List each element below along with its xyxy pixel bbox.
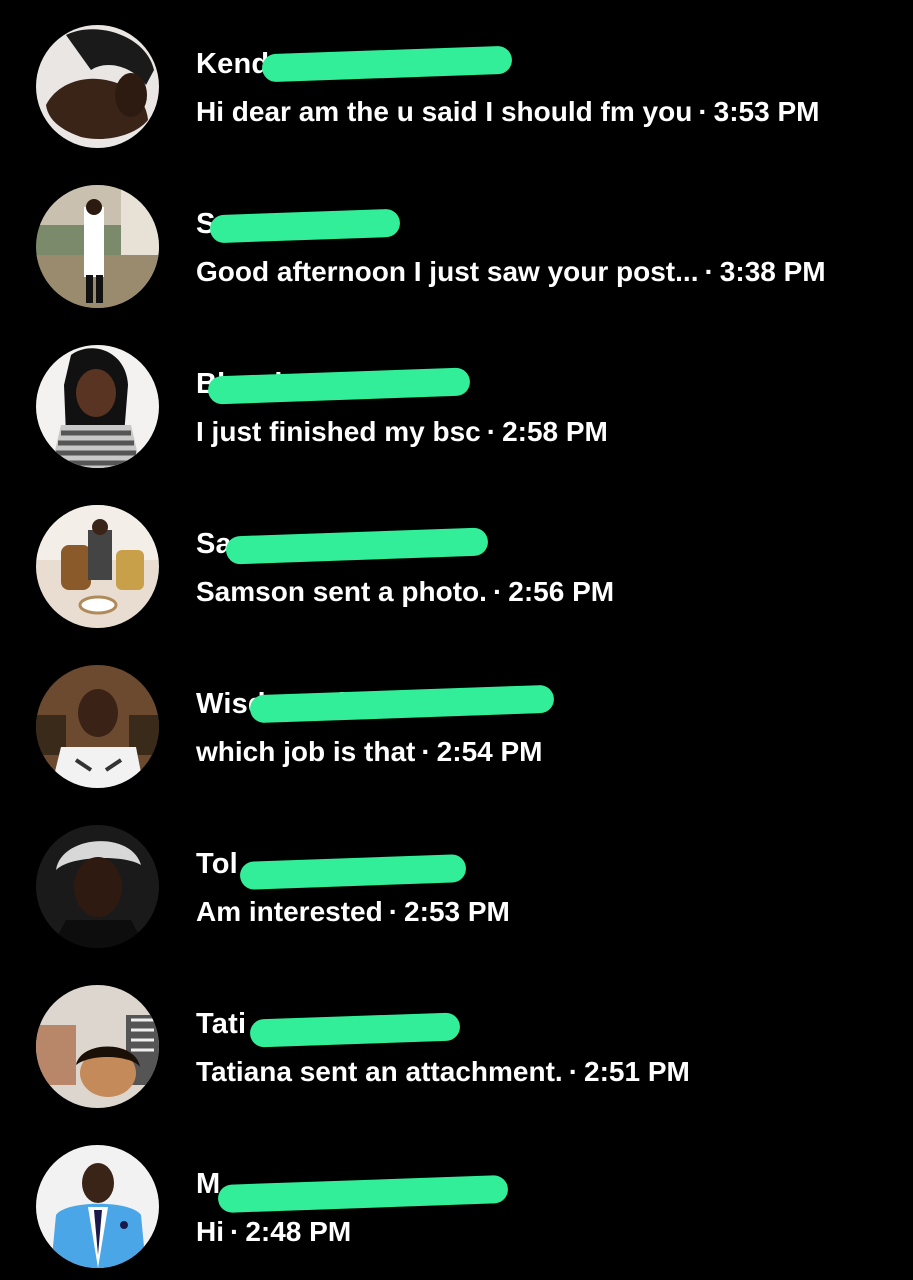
message-text: Hi dear am the u said I should fm you <box>196 96 693 127</box>
message-time: 2:48 PM <box>245 1216 352 1247</box>
avatar[interactable] <box>36 185 159 308</box>
redaction-marker <box>209 208 401 244</box>
message-preview: Good afternoon I just saw your post... · 3… <box>196 252 826 292</box>
avatar-image <box>36 185 159 308</box>
message-preview: I just finished my bsc · 2:58 PM <box>196 412 608 452</box>
conversation-row[interactable]: Tol Am interested · 2:53 PM <box>0 800 913 960</box>
contact-name-wrap: Wisdom Abiodun Allen <box>196 684 616 724</box>
message-time: 2:58 PM <box>502 416 608 447</box>
avatar[interactable] <box>36 985 159 1108</box>
redaction-marker <box>261 45 513 83</box>
separator: · <box>388 896 399 927</box>
avatar[interactable] <box>36 25 159 148</box>
separator: · <box>421 736 431 767</box>
message-text: Good afternoon I just saw your post... <box>196 256 699 287</box>
redaction-marker <box>225 527 489 565</box>
avatar[interactable] <box>36 665 159 788</box>
avatar[interactable] <box>36 505 159 628</box>
contact-name-wrap: Kend <box>196 44 616 84</box>
contact-name-wrap: Sa <box>196 524 616 565</box>
avatar-image <box>36 505 159 628</box>
redaction-marker <box>239 854 467 890</box>
avatar[interactable] <box>36 825 159 948</box>
separator: · <box>568 1056 579 1087</box>
separator: · <box>230 1216 240 1247</box>
message-text: Samson sent a photo. <box>196 576 487 607</box>
avatar-image <box>36 825 159 948</box>
separator: · <box>492 576 503 607</box>
message-text: Hi <box>196 1216 224 1247</box>
conversation-row[interactable]: Tati Tatiana sent an attachment. · 2:51 PM <box>0 960 913 1120</box>
contact-name: M <box>196 1168 221 1200</box>
contact-name-wrap: M <box>196 1164 616 1214</box>
message-time: 2:51 PM <box>584 1056 690 1087</box>
message-preview: Hi · 2:48 PM <box>196 1212 351 1252</box>
message-preview: Hi dear am the u said I should fm you · 3:… <box>196 92 819 132</box>
message-text: Am interested <box>196 896 383 927</box>
separator: · <box>704 256 714 287</box>
message-text: Tatiana sent an attachment. <box>196 1056 563 1087</box>
conversation-row[interactable]: M Hi · 2:48 PM <box>0 1120 913 1280</box>
message-text: I just finished my bsc <box>196 416 481 447</box>
avatar-image <box>36 1145 159 1268</box>
redaction-marker <box>249 1012 461 1048</box>
avatar-image <box>36 345 159 468</box>
message-preview: Tatiana sent an attachment. · 2:51 PM <box>196 1052 690 1092</box>
conversation-row[interactable]: Wisdom Abiodun Allen which job is that·2… <box>0 640 913 800</box>
contact-name: Tol <box>196 848 238 880</box>
contact-name: Tati <box>196 1008 247 1040</box>
message-preview: Samson sent a photo. · 2:56 PM <box>196 572 614 612</box>
message-preview: which job is that · 2:54 PM <box>196 732 543 772</box>
separator: · <box>486 416 497 447</box>
avatar[interactable] <box>36 1145 159 1268</box>
contact-name-wrap: Blessing Moses <box>196 364 616 405</box>
avatar-image <box>36 665 159 788</box>
avatar-image <box>36 985 159 1108</box>
contact-name-wrap: S <box>196 204 616 244</box>
message-time: 2:54 PM <box>436 736 543 767</box>
message-time: 3:38 PM <box>719 256 826 287</box>
separator: · <box>698 96 708 127</box>
message-time: 2:56 PM <box>508 576 615 607</box>
conversation-row[interactable]: Sa Samson sent a photo. · 2:56 PM <box>0 480 913 640</box>
message-time: 3:53 PM <box>713 96 820 127</box>
conversation-list: Kend Hi dear am the u said I should fm y… <box>0 0 913 1280</box>
avatar[interactable] <box>36 345 159 468</box>
contact-name-wrap: Tati <box>196 1004 616 1048</box>
redaction-marker <box>217 1174 509 1214</box>
avatar-image <box>36 25 159 148</box>
conversation-row[interactable]: Blessing Moses I just finished my bsc·2:… <box>0 320 913 480</box>
message-preview: Am interested · 2:53 PM <box>196 892 510 932</box>
message-time: 2:53 PM <box>404 896 510 927</box>
message-text: which job is that <box>196 736 416 767</box>
conversation-row[interactable]: S Good afternoon I just saw your post...… <box>0 160 913 320</box>
contact-name: Kend <box>196 48 270 80</box>
contact-name-wrap: Tol <box>196 844 616 890</box>
conversation-row[interactable]: Kend Hi dear am the u said I should fm y… <box>0 0 913 160</box>
